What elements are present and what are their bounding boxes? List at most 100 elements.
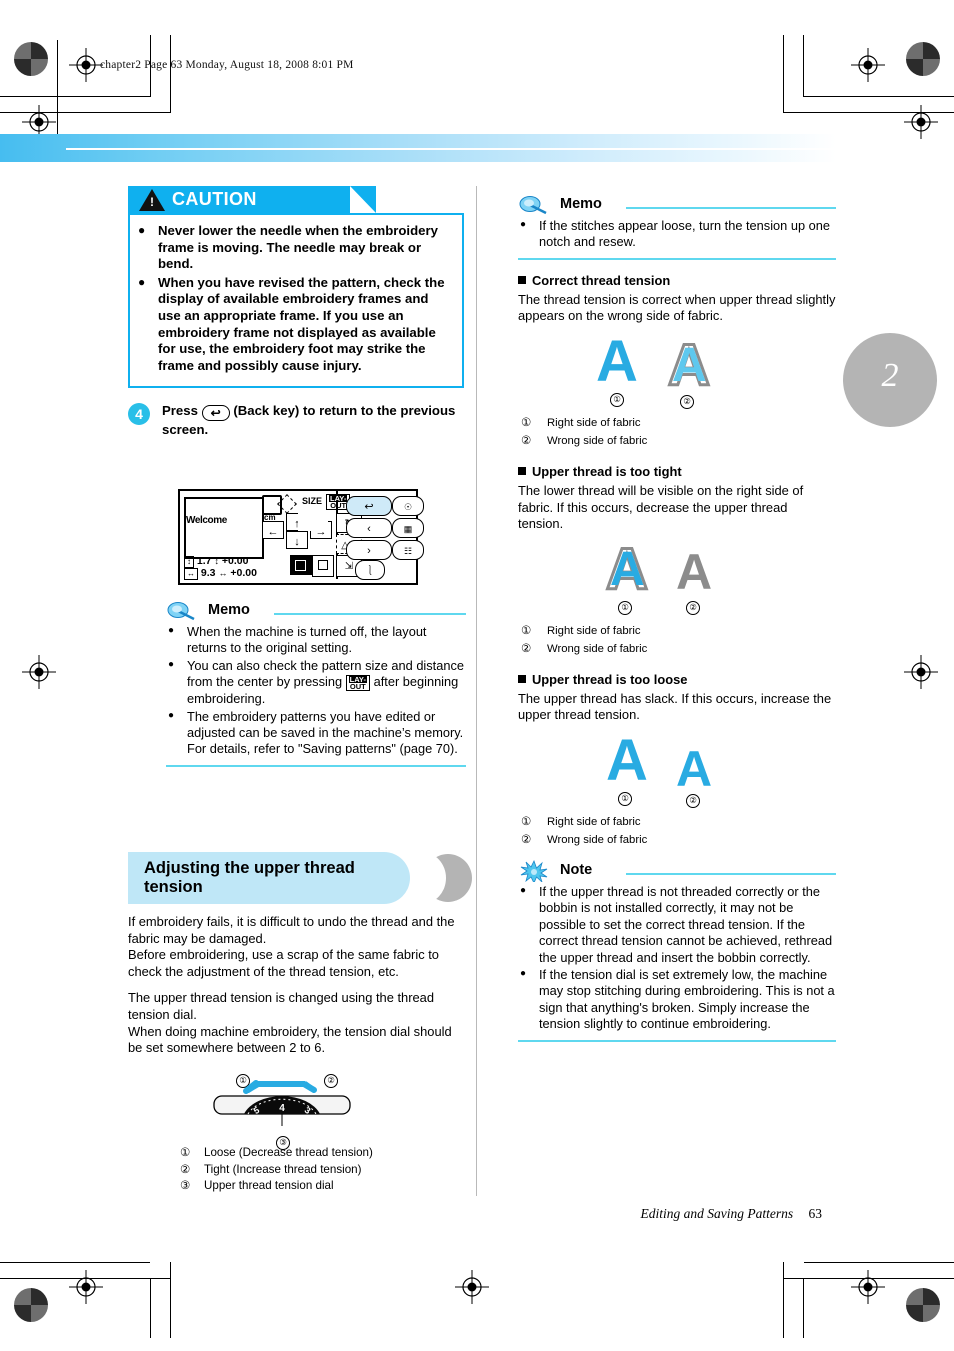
fabric-letter-a-right-side: A bbox=[606, 727, 648, 793]
lcd-size-toggle-b[interactable] bbox=[312, 555, 334, 577]
lcd-size-toggle-a-inner bbox=[295, 560, 306, 571]
left-column: ! CAUTION Never lower the needle when th… bbox=[128, 186, 468, 438]
memo-bottom-rule bbox=[518, 257, 836, 260]
lcd-width-offset: +0.00 bbox=[230, 567, 257, 579]
subsection-heading-too-tight: Upper thread is too tight bbox=[518, 464, 836, 479]
thread-spool-icon: ☉ bbox=[403, 502, 413, 512]
legend-number: ② bbox=[521, 833, 532, 846]
lcd-width-value: 9.3 bbox=[200, 567, 216, 579]
section-block: Adjusting the upper thread tension If em… bbox=[128, 826, 472, 1057]
width-icon: ↔ bbox=[184, 568, 198, 580]
fabric-letter-a-wrong-side: A bbox=[676, 543, 713, 600]
legend-number: ② bbox=[521, 435, 532, 447]
memo-item: When the machine is turned off, the layo… bbox=[166, 623, 466, 657]
memo-header: Memo bbox=[166, 602, 466, 622]
footer-page-number: 63 bbox=[808, 1206, 823, 1221]
legend-text: Right side of fabric bbox=[547, 624, 641, 637]
subsection-body-correct: The thread tension is correct when upper… bbox=[518, 291, 836, 324]
memo-box-right: Memo If the stitches appear loose, turn … bbox=[518, 196, 836, 260]
lcd-back-key[interactable]: ↩ bbox=[346, 496, 392, 516]
memo-item: If the stitches appear loose, turn the t… bbox=[518, 217, 836, 251]
down-arrow-icon: ↓ bbox=[294, 536, 300, 548]
subsection-body-too-tight: The lower thread will be visible on the … bbox=[518, 483, 804, 532]
note-rule bbox=[626, 872, 836, 875]
lcd-memory-key[interactable]: ▦ bbox=[392, 518, 424, 538]
dial-legend-text: Upper thread tension dial bbox=[204, 1179, 334, 1192]
lcd-down-arrow-key[interactable]: ↓ bbox=[286, 531, 308, 549]
step-text-before: Press bbox=[162, 403, 198, 419]
lcd-prev-key[interactable]: ‹ bbox=[346, 518, 392, 538]
lcd-thread-key[interactable]: ☉ bbox=[392, 496, 424, 516]
memo-title: Memo bbox=[560, 196, 602, 212]
figure-legend-too-tight: ① Right side of fabric ② Wrong side of f… bbox=[518, 621, 650, 659]
lcd-height-value: 1.7 bbox=[196, 555, 212, 567]
lcd-save-key[interactable]: ☷ bbox=[392, 540, 424, 560]
callout-2: ② bbox=[686, 790, 700, 808]
section-title: Adjusting the upper thread tension bbox=[144, 859, 355, 896]
chevron-right-icon: › bbox=[367, 545, 371, 557]
dial-legend: ① Loose (Decrease thread tension) ② Tigh… bbox=[178, 1144, 375, 1196]
dial-legend-number: ② bbox=[180, 1162, 191, 1176]
legend-text: Right side of fabric bbox=[547, 815, 641, 828]
legend-text: Wrong side of fabric bbox=[547, 435, 648, 447]
subsection-heading-too-loose: Upper thread is too loose bbox=[518, 672, 836, 687]
caution-header: ! CAUTION bbox=[128, 186, 376, 213]
dial-legend-row: ③ Upper thread tension dial bbox=[180, 1179, 373, 1194]
memo-header: Memo bbox=[518, 196, 836, 216]
figure-correct-tension: A A A ① ② bbox=[518, 333, 836, 413]
dial-legend-number: ③ bbox=[180, 1179, 191, 1192]
step-number-badge: 4 bbox=[128, 403, 150, 426]
left-arrow-icon: ← bbox=[267, 526, 279, 538]
lcd-welcome-text: Welcome bbox=[186, 515, 227, 526]
chevron-left-icon: ‹ bbox=[367, 523, 371, 535]
save-icon: ☷ bbox=[403, 546, 413, 556]
svg-text:4: 4 bbox=[279, 1103, 285, 1114]
dial-legend-text: Loose (Decrease thread tension) bbox=[204, 1146, 373, 1159]
step-text: Press ↩ (Back key) to return to the prev… bbox=[162, 402, 468, 438]
subsection-body-too-loose: The upper thread has slack. If this occu… bbox=[518, 690, 832, 723]
lcd-embroider-key[interactable]: ⎱ bbox=[355, 560, 385, 580]
memo-rule bbox=[626, 207, 836, 209]
subsection-heading-correct: Correct thread tension bbox=[518, 273, 836, 288]
memo-item: The embroidery patterns you have edited … bbox=[166, 708, 466, 758]
legend-text: Wrong side of fabric bbox=[547, 833, 648, 846]
figure-too-tight: A A A ① ② bbox=[518, 536, 836, 621]
footer-title: Editing and Saving Patterns bbox=[640, 1206, 794, 1221]
section-paragraph-2: The upper thread tension is changed usin… bbox=[128, 990, 452, 1056]
trial-frame-icon: ⇲ bbox=[344, 561, 354, 572]
layout-key-bottom: OUT bbox=[330, 501, 347, 510]
layout-key-inline-icon: LAY- OUT bbox=[345, 675, 371, 692]
note-body: If the upper thread is not threaded corr… bbox=[518, 882, 836, 1040]
header-rule bbox=[66, 148, 836, 150]
figure-too-loose: A A ① ② bbox=[518, 727, 836, 812]
memo-bottom-rule bbox=[166, 764, 466, 767]
figure-legend-too-loose: ① Right side of fabric ② Wrong side of f… bbox=[518, 812, 650, 850]
memo-icon bbox=[167, 602, 195, 621]
lcd-left-arrow-key[interactable]: ← bbox=[262, 521, 284, 539]
note-item: If the upper thread is not threaded corr… bbox=[518, 883, 836, 966]
lcd-next-key[interactable]: › bbox=[346, 540, 392, 560]
memo-body: If the stitches appear loose, turn the t… bbox=[518, 216, 836, 258]
back-key-icon: ↩ bbox=[201, 405, 230, 422]
dial-legend-text: Tight (Increase thread tension) bbox=[204, 1162, 362, 1176]
note-item: If the tension dial is set extremely low… bbox=[518, 966, 836, 1033]
legend-text: Wrong side of fabric bbox=[547, 642, 648, 655]
lcd-width-row: ↔ 9.3 ↔ +0.00 bbox=[184, 567, 257, 580]
lcd-preview-pane bbox=[184, 497, 264, 559]
footer: Editing and Saving Patterns 63 bbox=[0, 1206, 954, 1222]
dial-legend-row: ② Tight (Increase thread tension) bbox=[180, 1163, 373, 1178]
lcd-size-label: SIZE bbox=[302, 496, 323, 506]
fabric-letter-a-wrong-side: A A bbox=[667, 333, 712, 398]
dial-legend-number: ① bbox=[180, 1146, 191, 1159]
legend-number: ① bbox=[521, 417, 532, 429]
column-divider bbox=[476, 186, 477, 1196]
running-head: chapter2 Page 63 Monday, August 18, 2008… bbox=[100, 59, 354, 71]
callout-2: ② bbox=[680, 391, 694, 409]
lcd-height-offset: +0.00 bbox=[221, 555, 249, 567]
legend-number: ① bbox=[521, 624, 532, 637]
fabric-letter-a-right-side: A A bbox=[605, 536, 650, 602]
memo-title: Memo bbox=[208, 602, 250, 618]
figure-legend-correct: ① Right side of fabric ② Wrong side of f… bbox=[518, 413, 650, 451]
chapter-tab: 2 bbox=[843, 333, 937, 427]
note-title: Note bbox=[560, 861, 593, 878]
